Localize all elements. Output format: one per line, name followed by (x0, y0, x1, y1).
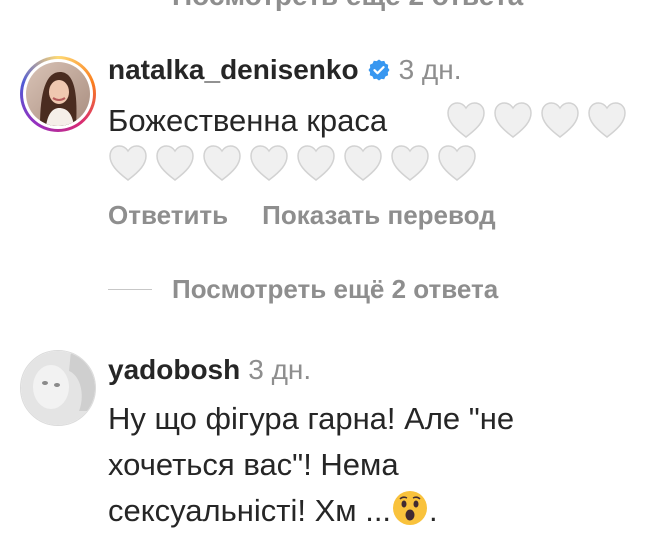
replies-divider (108, 289, 152, 290)
comment-text-line-1: Ну що фігура гарна! Але "не (108, 401, 515, 436)
white-heart-emoji-icon (297, 145, 335, 181)
comment-header: natalka_denisenko 3 дн. (108, 54, 462, 86)
white-heart-emoji-icon (588, 102, 626, 138)
white-heart-emoji-icon (203, 145, 241, 181)
username[interactable]: yadobosh (108, 354, 240, 386)
comment-text: Ну що фігура гарна! Але "не хочеться вас… (108, 396, 648, 534)
comment-header: yadobosh 3 дн. (108, 354, 311, 386)
avatar (26, 62, 90, 126)
view-more-replies-cutoff[interactable]: Посмотреть ещё 2 ответа (172, 0, 523, 12)
white-heart-emoji-icon (391, 145, 429, 181)
white-heart-emoji-icon (494, 102, 532, 138)
comment-text-line-2: хочеться вас"! Нема (108, 447, 399, 482)
comment-text-line-3: сексуальністі! Хм .... (108, 488, 648, 534)
username[interactable]: natalka_denisenko (108, 54, 359, 86)
verified-badge-icon (367, 58, 391, 82)
comment-text-end: . (429, 493, 438, 528)
white-heart-emoji-icon (250, 145, 288, 181)
white-heart-emoji-icon (438, 145, 476, 181)
comment-text-line-3-text: сексуальністі! Хм ... (108, 493, 392, 528)
white-heart-emoji-icon (541, 102, 579, 138)
white-heart-emoji-icon (447, 102, 485, 138)
show-translation-button[interactable]: Показать перевод (262, 200, 496, 231)
view-replies[interactable]: Посмотреть ещё 2 ответа (108, 274, 498, 305)
white-heart-emoji-icon (156, 145, 194, 181)
avatar[interactable] (20, 350, 96, 426)
white-hearts-row-2 (108, 144, 477, 182)
comment-text-content: Божественна краса (108, 103, 388, 138)
white-heart-emoji-icon (344, 145, 382, 181)
comment-time[interactable]: 3 дн. (399, 54, 462, 86)
white-heart-emoji-icon (109, 145, 147, 181)
view-replies-label[interactable]: Посмотреть ещё 2 ответа (172, 274, 498, 305)
avatar-photo (26, 62, 90, 126)
comment-actions: Ответить Показать перевод (108, 200, 496, 231)
reply-button[interactable]: Ответить (108, 200, 228, 231)
comment-time[interactable]: 3 дн. (248, 354, 311, 386)
avatar-story-ring[interactable] (20, 56, 96, 132)
surprised-face-emoji-icon (391, 489, 429, 527)
avatar-photo (21, 351, 95, 425)
white-hearts-row-1 (446, 101, 627, 139)
avatar-inner (23, 59, 93, 129)
